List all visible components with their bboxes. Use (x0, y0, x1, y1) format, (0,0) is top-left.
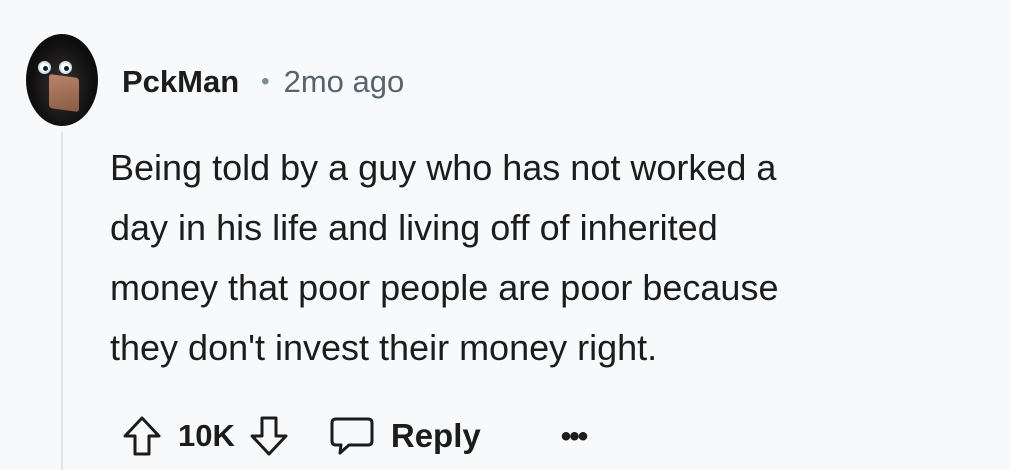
avatar-eye-right (59, 61, 72, 74)
meta-separator: • (261, 68, 270, 95)
comment-line: Being told by a guy who has not worked a (110, 147, 777, 188)
timestamp[interactable]: 2mo ago (284, 62, 405, 102)
speech-bubble-icon (330, 417, 374, 455)
more-options-button[interactable]: ••• (560, 420, 588, 453)
thread-line[interactable] (61, 132, 63, 470)
reply-button[interactable]: Reply (329, 415, 481, 457)
comment-body: Being told by a guy who has not worked a… (110, 138, 970, 378)
username[interactable]: PckMan (122, 62, 239, 102)
comment: PckMan • 2mo ago Being told by a guy who… (0, 0, 1010, 470)
avatar-eye-left (38, 61, 51, 74)
avatar[interactable] (26, 34, 98, 126)
vote-score: 10K (178, 418, 235, 453)
reply-label: Reply (390, 417, 481, 454)
upvote-button[interactable] (122, 415, 162, 457)
downvote-button[interactable] (249, 415, 289, 457)
upvote-arrow-icon (123, 416, 161, 456)
comment-line: they don't invest their money right. (110, 327, 658, 368)
comment-actions: 10K Reply ••• (122, 410, 588, 462)
ellipsis-icon: ••• (560, 420, 588, 453)
downvote-arrow-icon (250, 416, 288, 456)
comment-line: money that poor people are poor because (110, 267, 779, 308)
avatar-face (49, 73, 79, 113)
comment-header: PckMan • 2mo ago (122, 62, 404, 102)
comment-line: day in his life and living off of inheri… (110, 207, 718, 248)
